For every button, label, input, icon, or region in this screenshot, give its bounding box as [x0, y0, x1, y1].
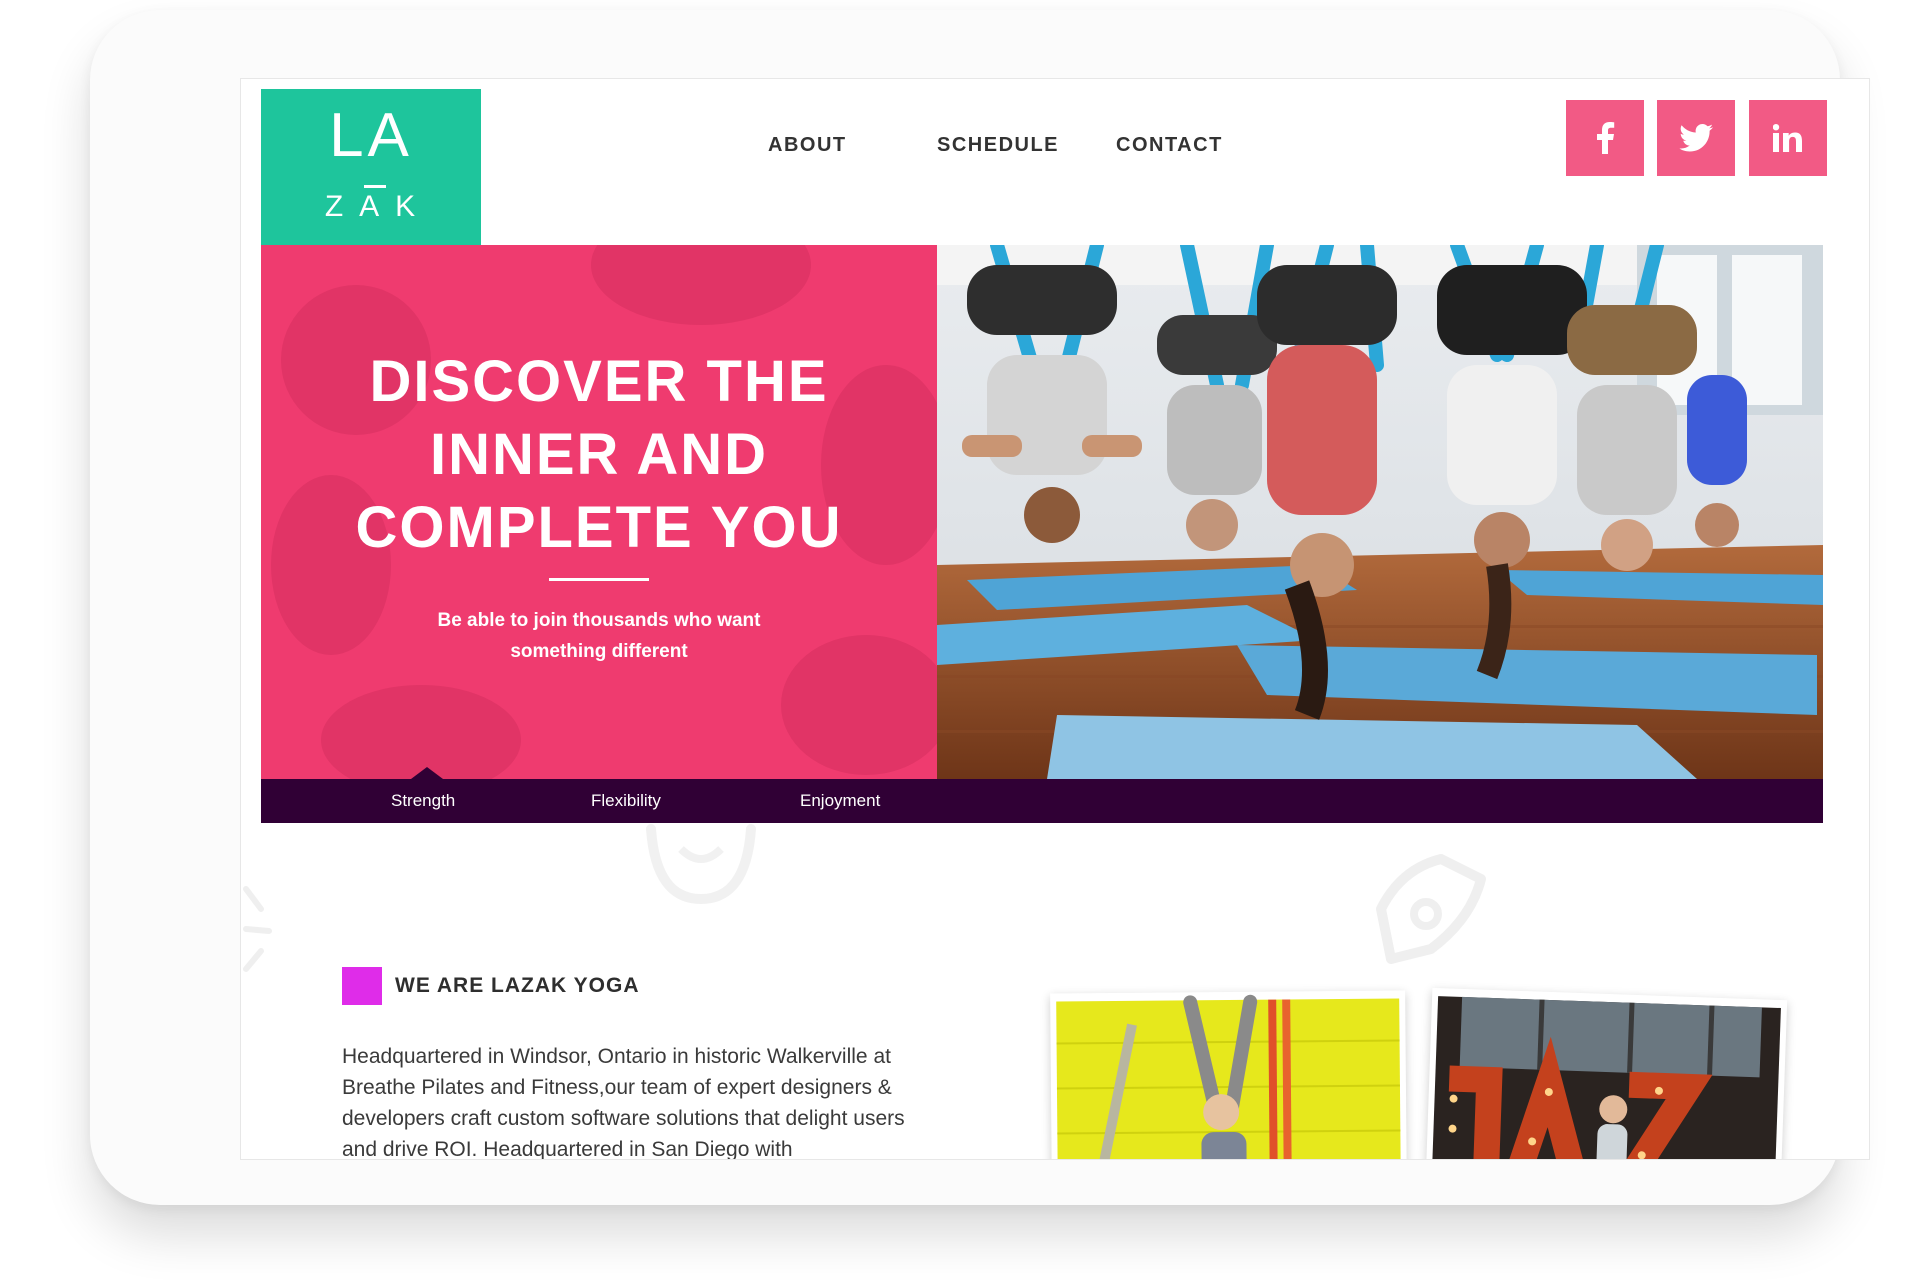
logo-text-top: LA: [329, 101, 413, 170]
tab-flexibility[interactable]: Flexibility: [591, 791, 661, 811]
section-accent-square: [342, 967, 382, 1005]
nav-schedule[interactable]: SCHEDULE: [937, 134, 1059, 164]
hero-panel: DISCOVER THE INNER AND COMPLETE YOU Be a…: [261, 245, 937, 779]
hero-subtitle-line: Be able to join thousands who want: [437, 610, 761, 631]
linkedin-icon: [1773, 124, 1803, 152]
twitter-icon: [1679, 124, 1713, 152]
linkedin-button[interactable]: [1749, 100, 1827, 176]
studio-photo-lazak-sign: [1425, 987, 1788, 1159]
prayer-hands-doodle-icon: [1361, 839, 1501, 974]
feature-tab-bar: Strength Flexibility Enjoyment: [261, 767, 1823, 823]
facebook-button[interactable]: [1566, 100, 1644, 176]
about-body-text: Headquartered in Windsor, Ontario in his…: [342, 1045, 905, 1160]
logo-text-bottom: ZAK: [324, 190, 432, 223]
tab-enjoyment[interactable]: Enjoyment: [800, 791, 880, 811]
studio-photo-yellow: [1050, 990, 1407, 1159]
hero-subtitle-line: something different: [510, 641, 688, 662]
hero-divider: [549, 578, 649, 581]
tablet-frame: LA ZAK ABOUT SCHEDULE CONTACT DISCOVER T…: [90, 10, 1870, 1205]
logo-dash: [364, 185, 386, 188]
active-tab-indicator: [411, 767, 443, 779]
hand-doodle-icon: [641, 819, 761, 914]
website-screen: LA ZAK ABOUT SCHEDULE CONTACT DISCOVER T…: [240, 78, 1870, 1160]
nav-about[interactable]: ABOUT: [768, 134, 847, 164]
tab-strength[interactable]: Strength: [391, 791, 455, 811]
hero-title-line: INNER AND: [429, 422, 769, 487]
hero-bg-shape: [321, 685, 521, 779]
hero-bg-shape: [591, 245, 811, 325]
facebook-icon: [1595, 122, 1615, 154]
aerial-yoga-class-photo: [937, 245, 1823, 779]
about-heading: WE ARE LAZAK YOGA: [395, 974, 640, 997]
hero-title-line: COMPLETE YOU: [355, 495, 843, 560]
nav-contact[interactable]: CONTACT: [1116, 134, 1223, 164]
hero-title-line: DISCOVER THE: [369, 349, 829, 414]
lazak-logo[interactable]: LA ZAK: [261, 89, 481, 245]
sun-doodle-icon: [241, 879, 281, 984]
twitter-button[interactable]: [1657, 100, 1735, 176]
hero-title: DISCOVER THE INNER AND COMPLETE YOU: [261, 345, 937, 564]
